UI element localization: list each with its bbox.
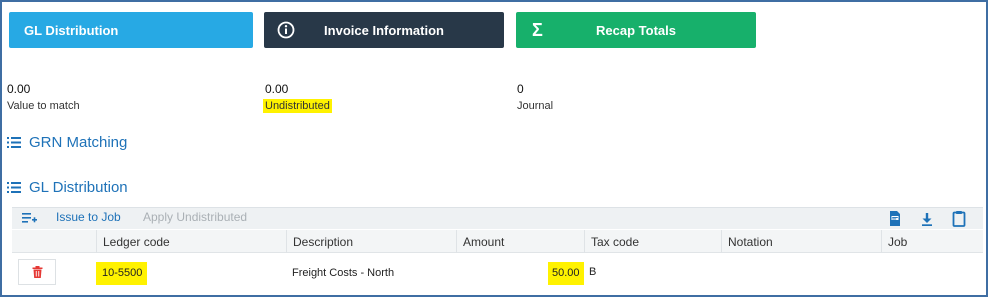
- gl-distribution-label: GL Distribution: [24, 22, 119, 38]
- column-header-notation[interactable]: Notation: [721, 230, 881, 253]
- pdf-icon[interactable]: [887, 210, 903, 227]
- invoice-information-label: Invoice Information: [324, 22, 444, 38]
- gl-distribution-title: GL Distribution: [29, 179, 128, 196]
- recap-totals-label: Recap Totals: [596, 22, 676, 38]
- stat-journal: 0 Journal: [517, 82, 553, 114]
- stat-value: 0.00: [7, 82, 31, 96]
- column-header-ledger-code[interactable]: Ledger code: [96, 230, 286, 253]
- column-header-amount[interactable]: Amount: [456, 230, 584, 253]
- download-icon[interactable]: [919, 210, 935, 227]
- column-header-job[interactable]: Job: [881, 230, 983, 253]
- list-icon: [7, 182, 21, 193]
- column-header-description[interactable]: Description: [286, 230, 456, 253]
- clipboard-icon[interactable]: [951, 210, 967, 227]
- list-icon: [7, 137, 21, 148]
- stat-label: Journal: [517, 100, 554, 112]
- add-list-icon[interactable]: [22, 213, 37, 224]
- recap-totals-button[interactable]: Σ Recap Totals: [516, 12, 756, 48]
- column-header-tax-code[interactable]: Tax code: [584, 230, 721, 253]
- issue-to-job-button[interactable]: Issue to Job: [56, 210, 121, 224]
- info-icon: [277, 21, 295, 39]
- stat-value: 0: [517, 82, 524, 96]
- table-row: 10-5500 Freight Costs - North 50.00 B: [12, 253, 983, 291]
- stat-label: Undistributed: [263, 99, 332, 113]
- cell-tax-code[interactable]: B: [589, 266, 596, 278]
- cell-ledger-code[interactable]: 10-5500: [96, 262, 148, 285]
- delete-row-button[interactable]: [18, 259, 56, 285]
- sigma-icon: Σ: [532, 20, 543, 40]
- stat-value: 0.00: [265, 82, 289, 96]
- trash-icon: [32, 266, 42, 278]
- cell-amount[interactable]: 50.00: [548, 262, 584, 285]
- grid-toolbar: Issue to Job Apply Undistributed: [12, 207, 983, 229]
- stat-value-to-match: 0.00 Value to match: [7, 82, 80, 114]
- gl-distribution-section-header[interactable]: GL Distribution: [7, 179, 128, 196]
- stat-label: Value to match: [7, 100, 80, 112]
- gl-distribution-button[interactable]: GL Distribution: [9, 12, 253, 48]
- stat-undistributed: 0.00 Undistributed: [263, 82, 332, 114]
- apply-undistributed-button[interactable]: Apply Undistributed: [143, 210, 247, 224]
- grn-matching-section-header[interactable]: GRN Matching: [7, 134, 127, 151]
- cell-description[interactable]: Freight Costs - North: [292, 267, 394, 279]
- column-header-actions: [12, 230, 96, 253]
- invoice-information-button[interactable]: Invoice Information: [264, 12, 504, 48]
- grn-matching-title: GRN Matching: [29, 134, 128, 151]
- grid-header: Ledger code Description Amount Tax code …: [12, 230, 983, 253]
